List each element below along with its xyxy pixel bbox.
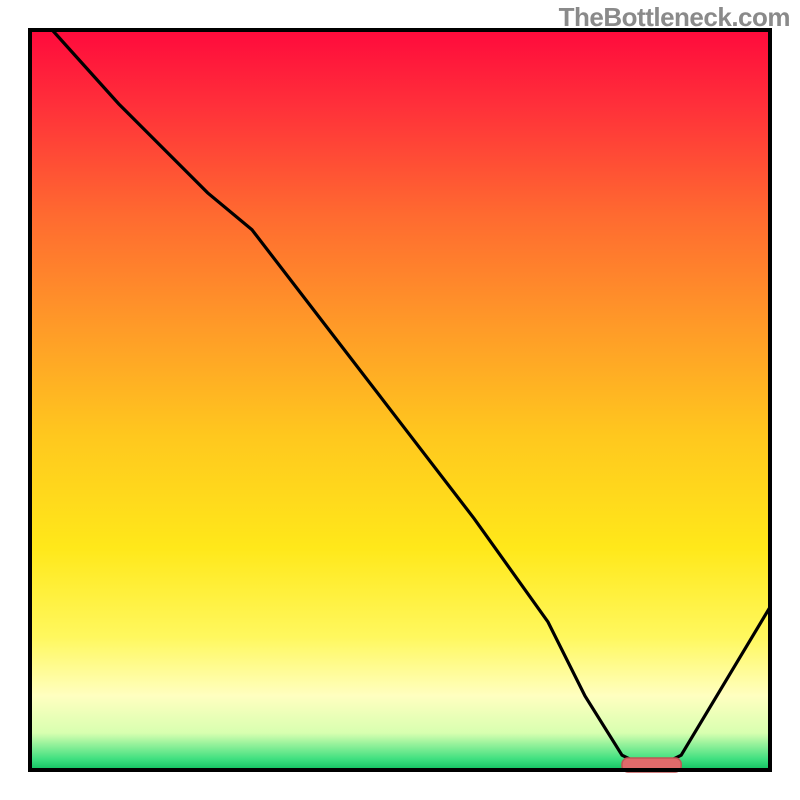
plot-gradient-fill [30,30,770,770]
chart-container: TheBottleneck.com [0,0,800,800]
bottleneck-chart [0,0,800,800]
watermark-text: TheBottleneck.com [559,2,790,33]
